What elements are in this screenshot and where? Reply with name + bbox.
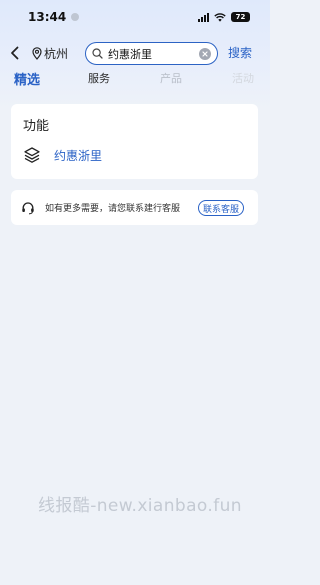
search-header: 杭州 约惠浙里 搜索 [0, 40, 270, 66]
chevron-left-icon [11, 46, 19, 60]
cellular-signal-icon [198, 12, 209, 22]
tab-activities[interactable]: 活动 [232, 70, 254, 86]
customer-service-bar: 如有更多需要，请您联系建行客服 联系客服 [11, 190, 258, 225]
watermark: 线报酷-new.xianbao.fun [38, 496, 242, 516]
location-pin-icon [32, 46, 42, 60]
layers-icon [24, 147, 40, 163]
category-tabs: 精选 服务 产品 活动 [0, 70, 270, 92]
search-button[interactable]: 搜索 [228, 44, 252, 61]
status-bar: 13:44 72 [0, 0, 270, 34]
tab-services[interactable]: 服务 [88, 70, 110, 86]
status-indicators: 72 [198, 12, 250, 22]
city-selector[interactable]: 杭州 [32, 44, 68, 62]
feature-section: 功能 约惠浙里 [11, 104, 258, 179]
city-label: 杭州 [44, 46, 69, 61]
clear-search-button[interactable] [199, 47, 211, 60]
tab-featured[interactable]: 精选 [14, 69, 40, 88]
headset-icon [22, 201, 34, 214]
clock: 13:44 [28, 10, 67, 24]
close-icon [202, 50, 208, 57]
feature-item[interactable]: 约惠浙里 [23, 146, 102, 164]
tab-products[interactable]: 产品 [160, 70, 182, 86]
help-text: 如有更多需要，请您联系建行客服 [45, 204, 181, 214]
battery-indicator: 72 [231, 12, 250, 22]
feature-item-label: 约惠浙里 [54, 148, 103, 163]
section-title: 功能 [23, 119, 50, 134]
back-button[interactable] [10, 44, 24, 62]
search-query: 约惠浙里 [108, 47, 152, 61]
search-icon [92, 48, 103, 59]
search-input[interactable]: 约惠浙里 [85, 42, 218, 65]
contact-service-button[interactable]: 联系客服 [198, 200, 245, 216]
wifi-icon [214, 12, 226, 22]
status-time: 13:44 [28, 10, 80, 24]
do-not-disturb-icon [71, 13, 80, 21]
